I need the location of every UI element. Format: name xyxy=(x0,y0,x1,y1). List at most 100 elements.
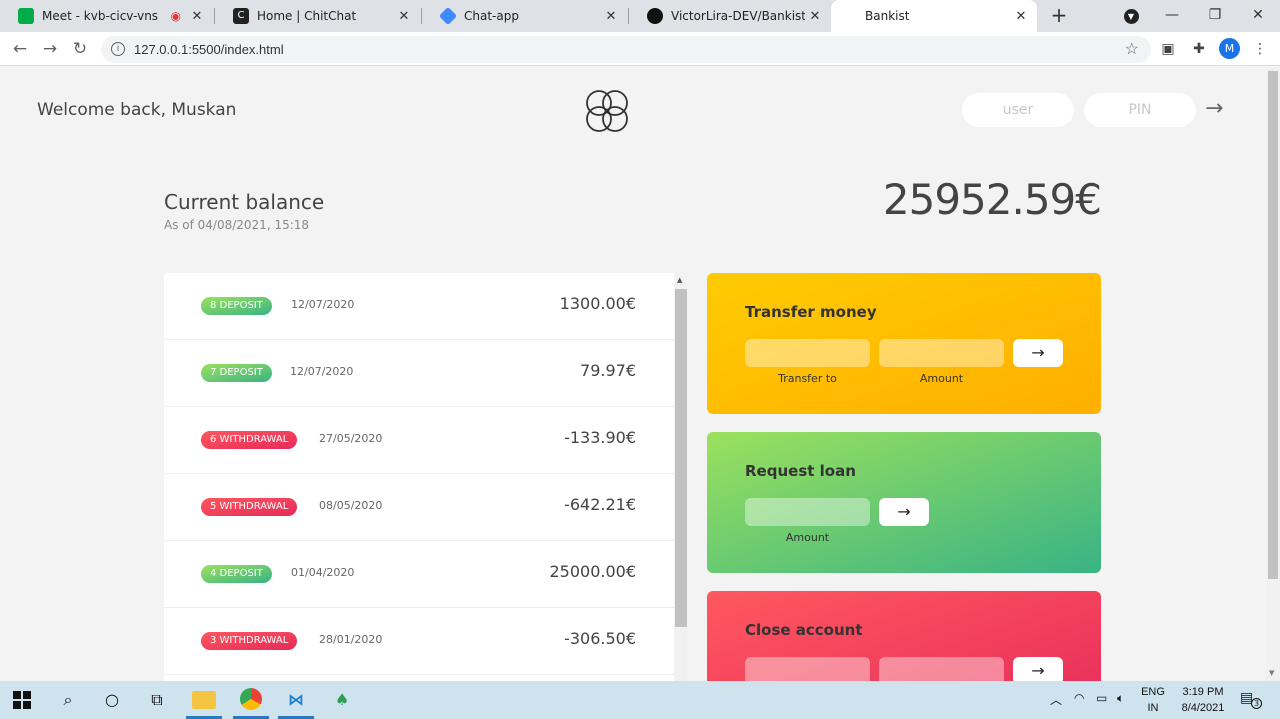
tab-title: VictorLira-DEV/Bankist: Bakist xyxy=(671,9,805,23)
task-view-icon[interactable]: ⧉ xyxy=(145,688,169,712)
movement-date: 27/05/2020 xyxy=(319,432,383,445)
cortana-icon[interactable]: ○ xyxy=(100,688,124,712)
login-user-input[interactable]: user xyxy=(962,93,1074,127)
movement-type-badge: 5 withdrawal xyxy=(201,498,298,516)
language-region: IN xyxy=(1147,702,1159,714)
tab-search-icon[interactable]: ▼ xyxy=(1116,4,1146,28)
movement-amount: -306.50€ xyxy=(564,629,636,648)
tab-chitchat[interactable]: C Home | ChitChat ✕ xyxy=(215,0,420,32)
site-info-icon[interactable]: i xyxy=(111,42,125,56)
tab-title: Home | ChitChat xyxy=(257,9,357,23)
close-icon[interactable]: ✕ xyxy=(805,9,825,24)
url-text: 127.0.0.1:5500/index.html xyxy=(134,42,284,57)
loan-title: Request loan xyxy=(745,462,856,480)
puzzle-extensions-icon[interactable]: ✚ xyxy=(1189,39,1209,59)
tab-chat-app[interactable]: Chat-app ✕ xyxy=(422,0,627,32)
movement-amount: 1300.00€ xyxy=(559,294,636,313)
minimize-icon[interactable]: — xyxy=(1157,4,1187,28)
taskbar-clock[interactable]: 3:19 PM 8/4/2021 xyxy=(1168,684,1238,716)
clock-date: 8/4/2021 xyxy=(1181,702,1225,714)
windows-start-icon[interactable] xyxy=(10,688,34,712)
bankist-logo-icon xyxy=(586,90,628,132)
notifications-icon[interactable]: ▤ 3 xyxy=(1240,690,1262,710)
transfer-to-input[interactable] xyxy=(745,339,870,367)
scroll-thumb[interactable] xyxy=(1268,71,1278,579)
close-icon[interactable]: ✕ xyxy=(601,9,621,24)
volume-icon[interactable]: 🔈︎ xyxy=(1117,691,1124,706)
browser-toolbar: ← → ↻ i 127.0.0.1:5500/index.html ☆ ▣ ✚ … xyxy=(0,32,1280,66)
scroll-thumb[interactable] xyxy=(675,289,687,627)
transfer-amount-label: Amount xyxy=(919,372,964,385)
wifi-icon[interactable]: ◠ xyxy=(1074,691,1084,705)
movement-date: 08/05/2020 xyxy=(319,499,383,512)
transfer-amount-input[interactable] xyxy=(879,339,1004,367)
balance-value: 25952.59€ xyxy=(882,175,1102,224)
close-icon[interactable]: ✕ xyxy=(1011,9,1031,24)
reload-icon[interactable]: ↻ xyxy=(68,37,92,61)
transfer-submit-button[interactable]: → xyxy=(1013,339,1063,367)
profile-avatar[interactable]: M xyxy=(1219,38,1240,59)
movement-row: 4 deposit 01/04/2020 25000.00€ xyxy=(164,541,674,608)
movement-date: 12/07/2020 xyxy=(291,298,355,311)
restore-icon[interactable]: ❐ xyxy=(1200,4,1230,28)
address-bar[interactable]: i 127.0.0.1:5500/index.html ☆ xyxy=(101,36,1151,63)
close-title: Close account xyxy=(745,621,863,639)
movements-scrollbar[interactable]: ▲ xyxy=(675,273,687,681)
movement-type-badge: 7 deposit xyxy=(201,364,272,382)
back-icon[interactable]: ← xyxy=(8,37,32,61)
tab-bankist[interactable]: Bankist ✕ xyxy=(831,0,1037,32)
movement-type-badge: 3 withdrawal xyxy=(201,632,298,650)
close-submit-button[interactable]: → xyxy=(1013,657,1063,681)
browser-tabstrip: Meet - kvb-cicv-vns ◉ ✕ C Home | ChitCha… xyxy=(0,0,1280,32)
window-close-icon[interactable]: ✕ xyxy=(1243,4,1273,28)
battery-icon[interactable]: ▭ xyxy=(1096,691,1107,705)
movements-list[interactable]: 8 deposit 12/07/2020 1300.00€ 7 deposit … xyxy=(164,273,674,681)
recording-icon: ◉ xyxy=(170,9,181,23)
tab-meet[interactable]: Meet - kvb-cicv-vns ◉ ✕ xyxy=(0,0,213,32)
bookmark-star-icon[interactable]: ☆ xyxy=(1125,36,1139,63)
chrome-icon[interactable] xyxy=(239,688,263,712)
clock-time: 3:19 PM xyxy=(1182,686,1224,698)
extension-icon[interactable]: ▣ xyxy=(1158,39,1178,59)
login-button[interactable]: → xyxy=(1205,96,1223,121)
movement-date: 28/01/2020 xyxy=(319,633,383,646)
tab-title: Chat-app xyxy=(464,9,519,23)
close-icon[interactable]: ✕ xyxy=(187,9,207,24)
movement-amount: 25000.00€ xyxy=(549,562,636,581)
close-pin-input[interactable] xyxy=(879,657,1004,681)
close-user-input[interactable] xyxy=(745,657,870,681)
loan-submit-button[interactable]: → xyxy=(879,498,929,526)
scroll-down-icon[interactable]: ▼ xyxy=(1269,669,1274,677)
close-icon[interactable]: ✕ xyxy=(394,9,414,24)
login-pin-input[interactable]: PIN xyxy=(1084,93,1196,127)
notification-count: 3 xyxy=(1251,698,1262,709)
tab-github[interactable]: VictorLira-DEV/Bankist: Bakist ✕ xyxy=(629,0,831,32)
scroll-up-icon[interactable]: ▲ xyxy=(677,276,682,284)
language-indicator[interactable]: ENG IN xyxy=(1140,684,1166,716)
forward-icon[interactable]: → xyxy=(38,37,62,61)
file-explorer-icon[interactable] xyxy=(192,691,216,709)
google-meet-icon xyxy=(18,8,34,24)
chitchat-icon: C xyxy=(233,8,249,24)
movement-row: 8 deposit 12/07/2020 1300.00€ xyxy=(164,273,674,340)
movement-date: 12/07/2020 xyxy=(290,365,354,378)
vscode-icon[interactable]: ⋈ xyxy=(284,688,308,712)
windows-taskbar: ⌕ ○ ⧉ ⋈ ♠ ︿ ◠ ▭ 🔈︎ ENG IN 3:19 PM 8/4/20… xyxy=(0,681,1280,719)
movement-row: 7 deposit 12/07/2020 79.97€ xyxy=(164,340,674,407)
app-launcher-icon[interactable]: ♠ xyxy=(330,688,354,712)
movement-amount: -642.21€ xyxy=(564,495,636,514)
movement-row: 5 withdrawal 08/05/2020 -642.21€ xyxy=(164,474,674,541)
page-scrollbar[interactable]: ▲ ▼ xyxy=(1266,67,1280,681)
movement-type-badge: 4 deposit xyxy=(201,565,272,583)
search-icon[interactable]: ⌕ xyxy=(56,688,80,712)
loan-amount-input[interactable] xyxy=(745,498,870,526)
transfer-title: Transfer money xyxy=(745,303,877,321)
tab-title: Bankist xyxy=(865,9,910,23)
tray-chevron-icon[interactable]: ︿ xyxy=(1050,691,1062,708)
new-tab-button[interactable]: + xyxy=(1047,4,1071,28)
menu-kebab-icon[interactable]: ⋮ xyxy=(1250,39,1270,59)
movement-date: 01/04/2020 xyxy=(291,566,355,579)
movement-amount: -133.90€ xyxy=(564,428,636,447)
chat-app-icon xyxy=(438,6,458,26)
tab-title: Meet - kvb-cicv-vns xyxy=(42,9,159,23)
